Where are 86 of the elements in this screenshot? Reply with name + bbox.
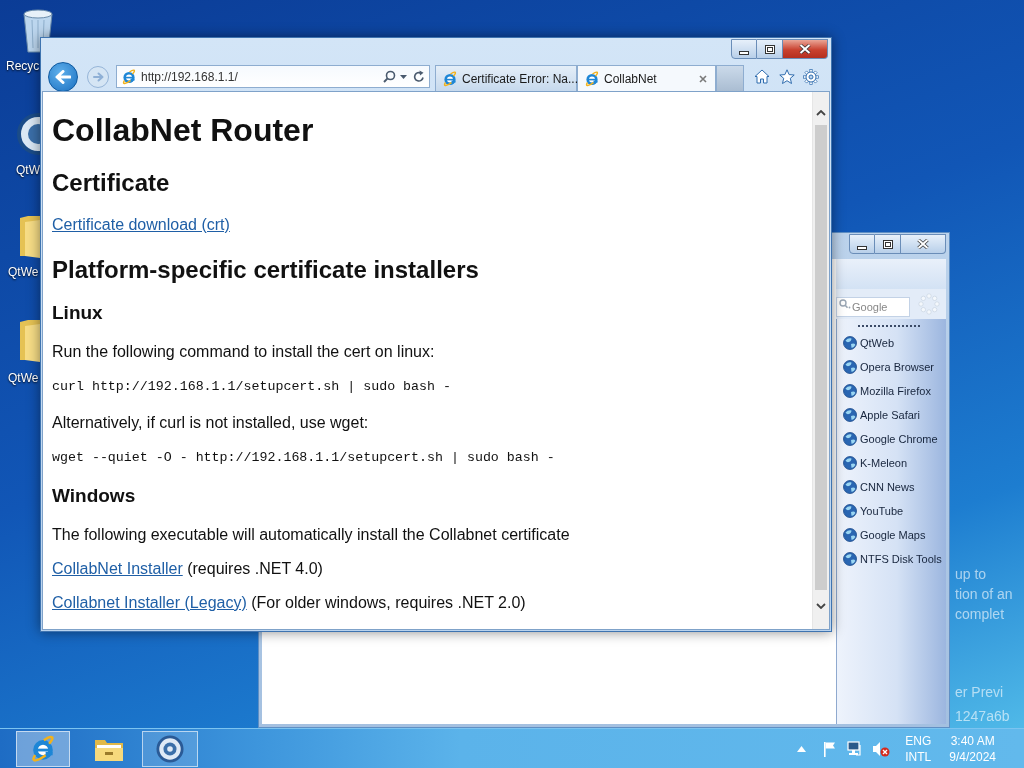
forward-arrow-icon [92, 71, 104, 82]
desktop-icon-label[interactable]: QtW [16, 163, 40, 177]
launcher-item[interactable]: Google Chrome [837, 427, 941, 451]
installer-link[interactable]: Collabnet Installer (Legacy) [52, 594, 247, 611]
minimize-icon [857, 245, 867, 250]
installer-line: CollabNet Installer (requires .NET 4.0) [52, 559, 323, 579]
globe-icon [843, 480, 857, 494]
launcher-item[interactable]: Google Maps [837, 523, 941, 547]
search-field[interactable]: Google [836, 297, 910, 317]
browser-logo-icon [442, 70, 458, 87]
paragraph: Run the following command to install the cert on linux: [52, 342, 435, 362]
maximize-icon [764, 44, 775, 54]
subsection-heading: Windows [52, 484, 136, 508]
speaker-muted-icon[interactable] [872, 740, 891, 757]
address-bar[interactable]: http://192.168.1.1/ [116, 65, 430, 88]
close-icon[interactable] [699, 74, 707, 83]
launcher-item[interactable]: CNN News [837, 475, 941, 499]
installer-line: Collabnet Installer (Legacy) (For older windows, requires .NET 2.0) [52, 593, 526, 613]
tab[interactable]: CollabNet [577, 65, 716, 91]
section-heading: Platform-specific certificate installers [52, 256, 479, 284]
globe-icon [843, 528, 857, 542]
globe-icon [843, 384, 857, 398]
browser-logo-icon [584, 70, 600, 87]
chevron-down-icon [816, 602, 826, 609]
refresh-icon[interactable] [413, 70, 425, 83]
ring-logo-icon [155, 734, 185, 763]
back-button[interactable] [48, 61, 78, 92]
page-title: CollabNet Router [52, 111, 314, 149]
globe-icon [843, 504, 857, 518]
globe-icon [843, 552, 857, 566]
search-icon [839, 299, 851, 309]
tab[interactable]: Certificate Error: Na... [435, 65, 577, 91]
download-link[interactable]: Certificate download (crt) [52, 214, 230, 236]
browser-logo-icon [121, 68, 137, 85]
launcher-item[interactable]: Opera Browser [837, 355, 941, 379]
subsection-heading: Linux [52, 301, 103, 325]
paragraph: Alternatively, if curl is not installed, use wget: [52, 413, 369, 433]
desktop-text: 1247a6b [955, 707, 1010, 725]
desktop-icon-label[interactable]: QtWe [8, 265, 39, 279]
paragraph: The following executable will automatically install the Collabnet certificate [52, 525, 570, 545]
close-icon [799, 44, 811, 54]
globe-icon [843, 360, 857, 374]
section-heading: Certificate [52, 169, 170, 197]
command-text: curl http://192.168.1.1/setupcert.sh | sudo bash - [52, 378, 451, 396]
desktop-icon-label[interactable]: Recyc [6, 59, 40, 73]
maximize-button[interactable] [757, 39, 783, 59]
desktop-text: tion of an [955, 585, 1013, 603]
desktop-icon-label[interactable]: QtWe [8, 371, 39, 385]
ring-logo-icon[interactable] [14, 112, 40, 156]
launcher-item[interactable]: Mozilla Firefox [837, 379, 941, 403]
launcher-item[interactable]: K-Meleon [837, 451, 941, 475]
close-button[interactable] [783, 39, 828, 59]
maximize-icon [882, 239, 893, 249]
globe-icon [843, 336, 857, 350]
globe-icon [843, 432, 857, 446]
globe-icon [843, 456, 857, 470]
launcher-item[interactable]: NTFS Disk Tools [837, 547, 941, 571]
chevron-up-icon [816, 110, 826, 116]
close-button[interactable] [901, 234, 946, 254]
taskbar-app-button[interactable] [142, 730, 198, 767]
desktop-text: er Previ [955, 683, 1004, 701]
globe-icon [843, 408, 857, 422]
scrollbar-thumb[interactable] [815, 125, 827, 590]
loading-spinner-icon [918, 293, 940, 315]
desktop-text: complet [955, 605, 1005, 623]
search-icon[interactable] [383, 70, 396, 83]
network-icon[interactable] [847, 740, 864, 757]
minimize-icon [739, 50, 749, 55]
launcher-item[interactable]: QtWeb [837, 331, 941, 355]
minimize-button[interactable] [731, 39, 757, 59]
star-icon[interactable] [779, 68, 795, 85]
installer-link[interactable]: CollabNet Installer [52, 560, 183, 577]
launcher-item[interactable]: Apple Safari [837, 403, 941, 427]
settings-icon[interactable] [803, 68, 819, 85]
folder-icon[interactable] [18, 318, 40, 362]
taskbar-app-button[interactable] [16, 730, 70, 767]
folder-icon[interactable] [18, 214, 40, 258]
caret-icon[interactable] [400, 74, 407, 79]
minimize-button[interactable] [849, 234, 875, 254]
launcher-item[interactable]: YouTube [837, 499, 941, 523]
maximize-button[interactable] [875, 234, 901, 254]
back-arrow-icon [55, 69, 71, 84]
close-icon [917, 239, 929, 249]
command-text: wget --quiet -O - http://192.168.1.1/setupcert.sh | sudo bash - [52, 449, 555, 467]
home-icon[interactable] [754, 69, 770, 84]
desktop-text: up to [955, 565, 987, 583]
